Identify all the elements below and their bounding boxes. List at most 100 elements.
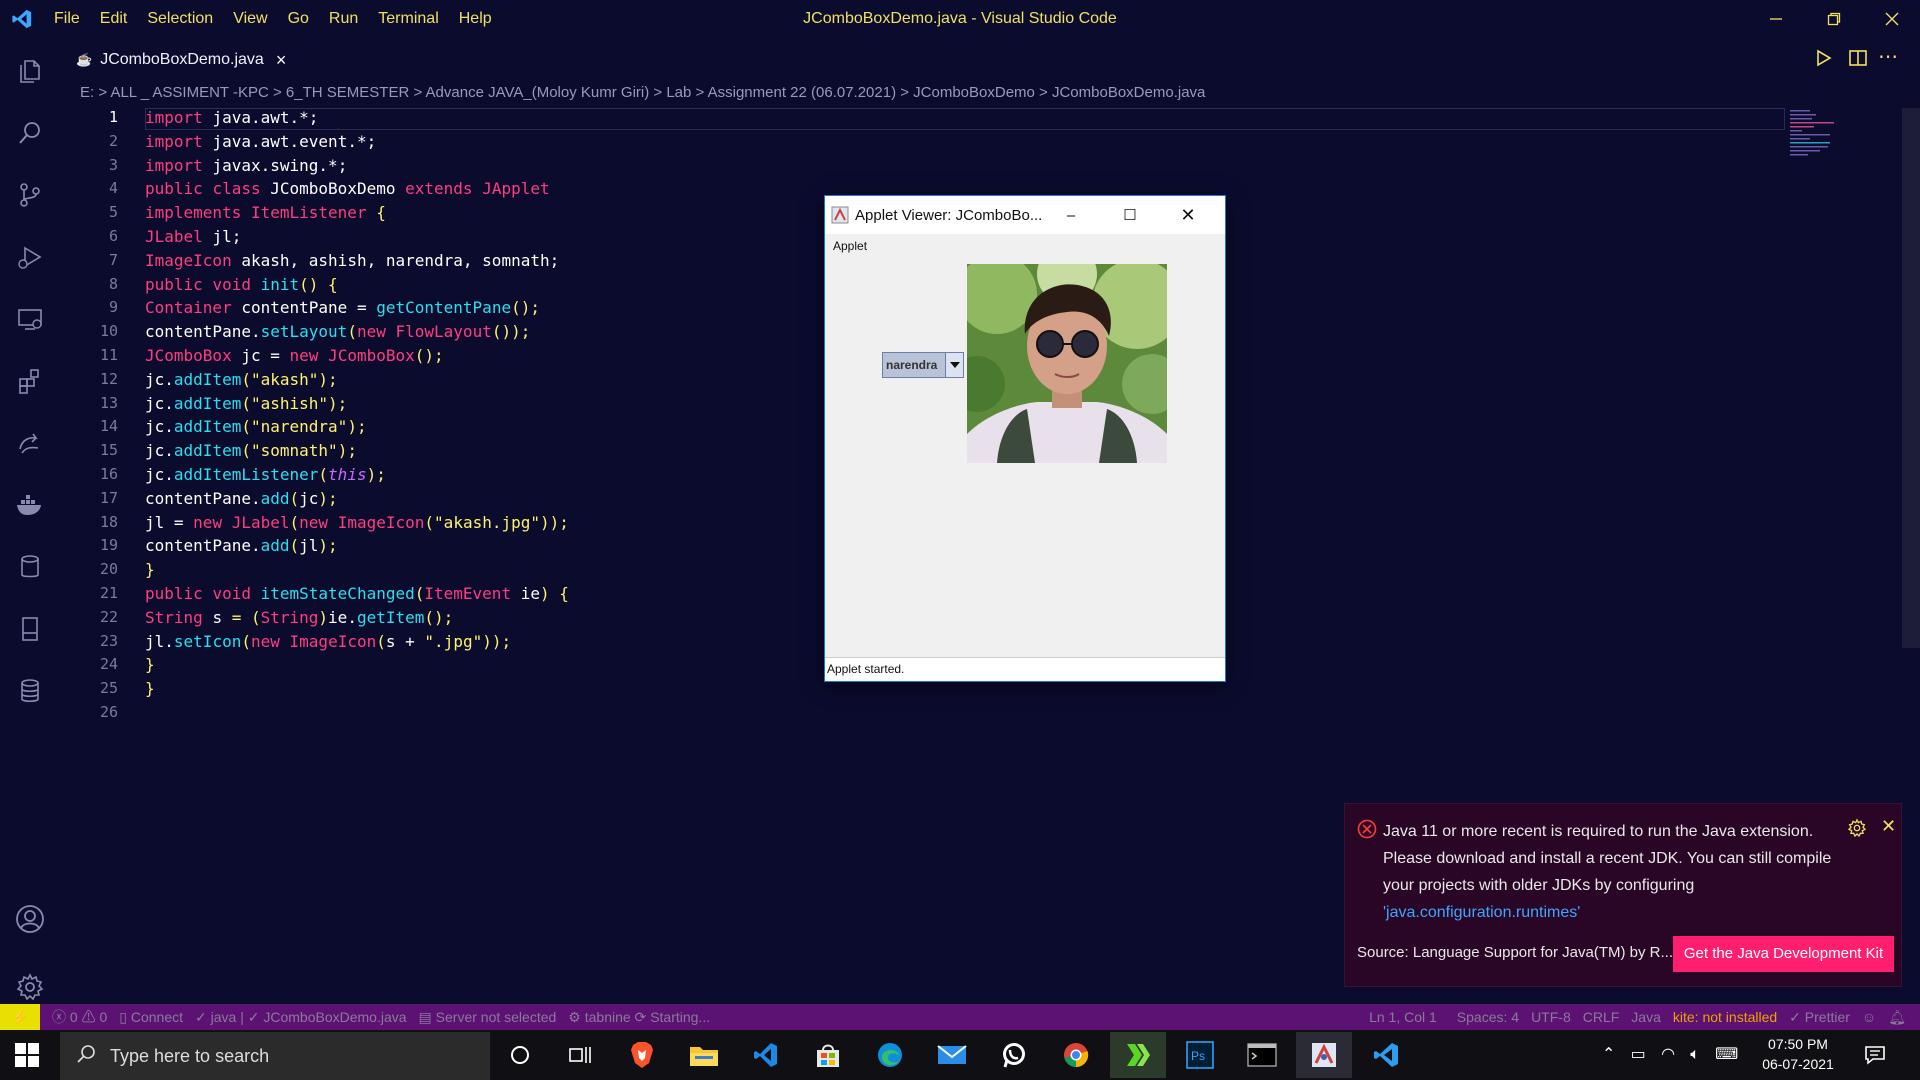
name-combobox[interactable]: narendra bbox=[882, 352, 964, 378]
runtimes-link[interactable]: 'java.configuration.runtimes' bbox=[1383, 904, 1580, 921]
applet-viewer-window[interactable]: Applet Viewer: JComboBo... – ☐ ✕ Applet … bbox=[824, 195, 1226, 682]
docker-icon[interactable] bbox=[10, 485, 50, 525]
line-number[interactable]: 4 bbox=[60, 177, 118, 201]
menu-terminal[interactable]: Terminal bbox=[378, 10, 438, 28]
java-status[interactable]: ✓ java | ✓ JComboBoxDemo.java bbox=[195, 1009, 407, 1026]
remote-indicator-icon[interactable]: ⚡ bbox=[0, 1004, 40, 1030]
notifications-bell-icon[interactable]: 🔔︎ bbox=[1888, 1009, 1906, 1026]
line-number[interactable]: 13 bbox=[60, 392, 118, 416]
server-status[interactable]: ▤ Server not selected bbox=[419, 1009, 557, 1026]
volume-icon[interactable]: 🔈︎ bbox=[1690, 1044, 1700, 1063]
cursor-position[interactable]: Ln 1, Col 1 bbox=[1369, 1009, 1437, 1025]
settings-gear-icon[interactable] bbox=[10, 967, 50, 1007]
run-debug-icon[interactable] bbox=[10, 237, 50, 277]
run-file-icon[interactable] bbox=[1814, 48, 1834, 72]
battery-icon[interactable]: ▭ bbox=[1631, 1044, 1646, 1063]
vscode-taskbar-icon[interactable] bbox=[1358, 1032, 1414, 1078]
menu-view[interactable]: View bbox=[233, 10, 267, 28]
extensions-icon[interactable] bbox=[10, 361, 50, 401]
line-number[interactable]: 23 bbox=[60, 630, 118, 654]
action-center-icon[interactable] bbox=[1864, 1044, 1886, 1070]
line-number[interactable]: 5 bbox=[60, 201, 118, 225]
app-green-chevron-icon[interactable] bbox=[1110, 1032, 1166, 1078]
mail-icon[interactable] bbox=[924, 1032, 980, 1078]
feedback-icon[interactable]: ☺ bbox=[1862, 1009, 1876, 1025]
notebook-icon[interactable] bbox=[10, 609, 50, 649]
encoding[interactable]: UTF-8 bbox=[1531, 1009, 1571, 1025]
task-view-icon[interactable] bbox=[552, 1032, 608, 1078]
edge-browser-icon[interactable] bbox=[862, 1032, 918, 1078]
line-number[interactable]: 11 bbox=[60, 344, 118, 368]
applet-close-button[interactable]: ✕ bbox=[1159, 205, 1217, 226]
restore-button[interactable] bbox=[1806, 0, 1862, 37]
menu-go[interactable]: Go bbox=[288, 10, 309, 28]
line-number[interactable]: 24 bbox=[60, 653, 118, 677]
indentation[interactable]: Spaces: 4 bbox=[1457, 1009, 1519, 1025]
prettier-status[interactable]: ✓ Prettier bbox=[1789, 1009, 1850, 1026]
breadcrumb[interactable]: E: > ALL _ ASSIMENT -KPC > 6_TH SEMESTER… bbox=[80, 84, 1205, 106]
notification-gear-icon[interactable] bbox=[1847, 818, 1867, 842]
code-line[interactable]: import java.awt.*; bbox=[145, 106, 1785, 130]
photoshop-icon[interactable]: Ps bbox=[1172, 1032, 1228, 1078]
close-window-button[interactable] bbox=[1864, 0, 1920, 37]
code-line[interactable]: import javax.swing.*; bbox=[145, 154, 1785, 178]
sql-database-icon[interactable] bbox=[10, 671, 50, 711]
wifi-icon[interactable]: ◠ bbox=[1661, 1044, 1675, 1063]
tray-chevron-up-icon[interactable]: ⌃ bbox=[1602, 1044, 1615, 1063]
vscode-insiders-icon[interactable] bbox=[738, 1032, 794, 1078]
command-prompt-icon[interactable] bbox=[1234, 1032, 1290, 1078]
line-number[interactable]: 7 bbox=[60, 249, 118, 273]
minimize-button[interactable] bbox=[1748, 0, 1804, 37]
explorer-icon[interactable] bbox=[10, 51, 50, 91]
source-control-icon[interactable] bbox=[10, 175, 50, 215]
code-line[interactable] bbox=[145, 701, 1785, 725]
more-actions-icon[interactable]: ⋯ bbox=[1878, 44, 1898, 68]
cortana-icon[interactable] bbox=[492, 1032, 548, 1078]
microsoft-store-icon[interactable] bbox=[800, 1032, 856, 1078]
line-number[interactable]: 1 bbox=[60, 106, 118, 130]
taskbar-search-box[interactable]: Type here to search bbox=[60, 1032, 490, 1080]
line-number[interactable]: 21 bbox=[60, 582, 118, 606]
applet-title-bar[interactable]: Applet Viewer: JComboBo... – ☐ ✕ bbox=[825, 196, 1225, 234]
connect-status[interactable]: ▯ Connect bbox=[119, 1009, 183, 1026]
line-number[interactable]: 12 bbox=[60, 368, 118, 392]
line-number[interactable]: 16 bbox=[60, 463, 118, 487]
line-number[interactable]: 25 bbox=[60, 677, 118, 701]
whatsapp-icon[interactable] bbox=[986, 1032, 1042, 1078]
line-number[interactable]: 8 bbox=[60, 273, 118, 297]
problems-indicator[interactable]: ⓧ 0 ⚠ 0 bbox=[52, 1007, 107, 1027]
line-number[interactable]: 3 bbox=[60, 154, 118, 178]
line-number[interactable]: 6 bbox=[60, 225, 118, 249]
line-number[interactable]: 9 bbox=[60, 296, 118, 320]
line-number[interactable]: 18 bbox=[60, 511, 118, 535]
taskbar-clock[interactable]: 07:50 PM 06-07-2021 bbox=[1752, 1034, 1844, 1074]
keyboard-icon[interactable]: ⌨ bbox=[1715, 1044, 1738, 1063]
search-icon[interactable] bbox=[10, 113, 50, 153]
account-icon[interactable] bbox=[10, 899, 50, 939]
menu-file[interactable]: File bbox=[54, 10, 80, 28]
file-explorer-icon[interactable] bbox=[676, 1032, 732, 1078]
line-number[interactable]: 10 bbox=[60, 320, 118, 344]
line-number[interactable]: 26 bbox=[60, 701, 118, 725]
editor-scrollbar[interactable] bbox=[1902, 108, 1920, 648]
get-jdk-button[interactable]: Get the Java Development Kit bbox=[1673, 936, 1894, 972]
code-line[interactable]: import java.awt.event.*; bbox=[145, 130, 1785, 154]
tabnine-status[interactable]: ⚙ tabnine ⟳ Starting... bbox=[568, 1009, 710, 1026]
menu-run[interactable]: Run bbox=[329, 10, 358, 28]
line-number[interactable]: 19 bbox=[60, 534, 118, 558]
dropdown-arrow-icon[interactable] bbox=[945, 353, 963, 377]
minimap[interactable] bbox=[1790, 108, 1838, 158]
menu-edit[interactable]: Edit bbox=[100, 10, 128, 28]
java-applet-taskbar-icon[interactable] bbox=[1296, 1032, 1352, 1078]
vscode-logo-icon[interactable] bbox=[0, 0, 44, 37]
applet-minimize-button[interactable]: – bbox=[1041, 207, 1101, 224]
tab-jcomboboxdemo[interactable]: ☕ JComboBoxDemo.java × bbox=[60, 40, 296, 80]
database-icon[interactable] bbox=[10, 547, 50, 587]
line-number[interactable]: 20 bbox=[60, 558, 118, 582]
windows-start-icon[interactable] bbox=[14, 1042, 40, 1072]
live-share-icon[interactable] bbox=[10, 423, 50, 463]
line-number[interactable]: 2 bbox=[60, 130, 118, 154]
applet-menu[interactable]: Applet bbox=[825, 234, 1225, 258]
split-editor-icon[interactable] bbox=[1848, 48, 1868, 72]
line-number[interactable]: 22 bbox=[60, 606, 118, 630]
